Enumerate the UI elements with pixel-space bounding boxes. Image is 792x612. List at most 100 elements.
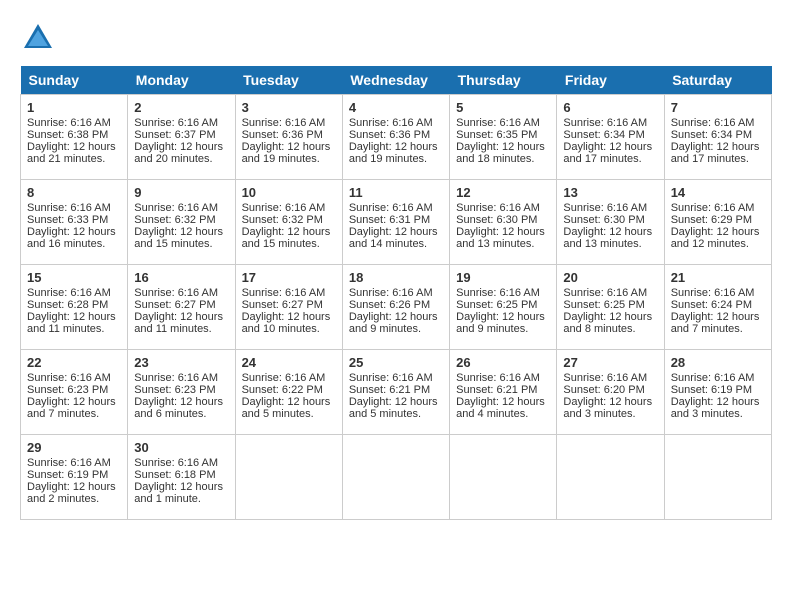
day-number: 24 bbox=[242, 355, 336, 370]
daylight-text: Daylight: 12 hours and 19 minutes. bbox=[349, 141, 438, 165]
sunrise-text: Sunrise: 6:16 AM bbox=[242, 372, 326, 384]
sunset-text: Sunset: 6:25 PM bbox=[456, 299, 537, 311]
sunset-text: Sunset: 6:21 PM bbox=[349, 384, 430, 396]
sunset-text: Sunset: 6:23 PM bbox=[27, 384, 108, 396]
daylight-text: Daylight: 12 hours and 12 minutes. bbox=[671, 226, 760, 250]
calendar-cell: 19 Sunrise: 6:16 AM Sunset: 6:25 PM Dayl… bbox=[450, 265, 557, 350]
sunset-text: Sunset: 6:32 PM bbox=[134, 214, 215, 226]
sunrise-text: Sunrise: 6:16 AM bbox=[242, 202, 326, 214]
day-number: 3 bbox=[242, 100, 336, 115]
sunset-text: Sunset: 6:36 PM bbox=[242, 129, 323, 141]
day-number: 1 bbox=[27, 100, 121, 115]
daylight-text: Daylight: 12 hours and 11 minutes. bbox=[27, 311, 116, 335]
sunrise-text: Sunrise: 6:16 AM bbox=[456, 202, 540, 214]
daylight-text: Daylight: 12 hours and 15 minutes. bbox=[242, 226, 331, 250]
calendar-cell: 1 Sunrise: 6:16 AM Sunset: 6:38 PM Dayli… bbox=[21, 95, 128, 180]
daylight-text: Daylight: 12 hours and 2 minutes. bbox=[27, 481, 116, 505]
sunrise-text: Sunrise: 6:16 AM bbox=[456, 287, 540, 299]
daylight-text: Daylight: 12 hours and 5 minutes. bbox=[242, 396, 331, 420]
calendar-cell bbox=[450, 435, 557, 520]
sunset-text: Sunset: 6:19 PM bbox=[671, 384, 752, 396]
week-row-2: 8 Sunrise: 6:16 AM Sunset: 6:33 PM Dayli… bbox=[21, 180, 772, 265]
sunset-text: Sunset: 6:34 PM bbox=[563, 129, 644, 141]
week-row-5: 29 Sunrise: 6:16 AM Sunset: 6:19 PM Dayl… bbox=[21, 435, 772, 520]
sunset-text: Sunset: 6:24 PM bbox=[671, 299, 752, 311]
daylight-text: Daylight: 12 hours and 9 minutes. bbox=[456, 311, 545, 335]
logo-icon bbox=[20, 20, 56, 56]
sunrise-text: Sunrise: 6:16 AM bbox=[456, 117, 540, 129]
sunrise-text: Sunrise: 6:16 AM bbox=[134, 202, 218, 214]
daylight-text: Daylight: 12 hours and 10 minutes. bbox=[242, 311, 331, 335]
sunrise-text: Sunrise: 6:16 AM bbox=[563, 287, 647, 299]
daylight-text: Daylight: 12 hours and 18 minutes. bbox=[456, 141, 545, 165]
sunset-text: Sunset: 6:26 PM bbox=[349, 299, 430, 311]
sunset-text: Sunset: 6:36 PM bbox=[349, 129, 430, 141]
calendar-cell: 30 Sunrise: 6:16 AM Sunset: 6:18 PM Dayl… bbox=[128, 435, 235, 520]
calendar-cell: 11 Sunrise: 6:16 AM Sunset: 6:31 PM Dayl… bbox=[342, 180, 449, 265]
sunrise-text: Sunrise: 6:16 AM bbox=[134, 372, 218, 384]
sunset-text: Sunset: 6:29 PM bbox=[671, 214, 752, 226]
sunrise-text: Sunrise: 6:16 AM bbox=[349, 202, 433, 214]
daylight-text: Daylight: 12 hours and 13 minutes. bbox=[456, 226, 545, 250]
sunrise-text: Sunrise: 6:16 AM bbox=[349, 287, 433, 299]
sunset-text: Sunset: 6:37 PM bbox=[134, 129, 215, 141]
sunset-text: Sunset: 6:27 PM bbox=[242, 299, 323, 311]
daylight-text: Daylight: 12 hours and 3 minutes. bbox=[563, 396, 652, 420]
logo bbox=[20, 20, 62, 56]
sunrise-text: Sunrise: 6:16 AM bbox=[242, 117, 326, 129]
day-number: 12 bbox=[456, 185, 550, 200]
column-header-thursday: Thursday bbox=[450, 66, 557, 95]
calendar-cell bbox=[235, 435, 342, 520]
sunrise-text: Sunrise: 6:16 AM bbox=[671, 117, 755, 129]
column-header-friday: Friday bbox=[557, 66, 664, 95]
daylight-text: Daylight: 12 hours and 9 minutes. bbox=[349, 311, 438, 335]
calendar-cell: 21 Sunrise: 6:16 AM Sunset: 6:24 PM Dayl… bbox=[664, 265, 771, 350]
day-number: 8 bbox=[27, 185, 121, 200]
daylight-text: Daylight: 12 hours and 8 minutes. bbox=[563, 311, 652, 335]
calendar-cell: 17 Sunrise: 6:16 AM Sunset: 6:27 PM Dayl… bbox=[235, 265, 342, 350]
sunset-text: Sunset: 6:31 PM bbox=[349, 214, 430, 226]
sunrise-text: Sunrise: 6:16 AM bbox=[671, 202, 755, 214]
calendar-cell: 23 Sunrise: 6:16 AM Sunset: 6:23 PM Dayl… bbox=[128, 350, 235, 435]
header-row: SundayMondayTuesdayWednesdayThursdayFrid… bbox=[21, 66, 772, 95]
calendar-cell: 12 Sunrise: 6:16 AM Sunset: 6:30 PM Dayl… bbox=[450, 180, 557, 265]
column-header-monday: Monday bbox=[128, 66, 235, 95]
sunset-text: Sunset: 6:30 PM bbox=[563, 214, 644, 226]
column-header-wednesday: Wednesday bbox=[342, 66, 449, 95]
sunrise-text: Sunrise: 6:16 AM bbox=[349, 117, 433, 129]
daylight-text: Daylight: 12 hours and 21 minutes. bbox=[27, 141, 116, 165]
calendar-cell: 29 Sunrise: 6:16 AM Sunset: 6:19 PM Dayl… bbox=[21, 435, 128, 520]
day-number: 20 bbox=[563, 270, 657, 285]
sunrise-text: Sunrise: 6:16 AM bbox=[456, 372, 540, 384]
calendar-cell: 16 Sunrise: 6:16 AM Sunset: 6:27 PM Dayl… bbox=[128, 265, 235, 350]
calendar-cell: 13 Sunrise: 6:16 AM Sunset: 6:30 PM Dayl… bbox=[557, 180, 664, 265]
sunset-text: Sunset: 6:21 PM bbox=[456, 384, 537, 396]
calendar-cell: 26 Sunrise: 6:16 AM Sunset: 6:21 PM Dayl… bbox=[450, 350, 557, 435]
daylight-text: Daylight: 12 hours and 7 minutes. bbox=[671, 311, 760, 335]
daylight-text: Daylight: 12 hours and 19 minutes. bbox=[242, 141, 331, 165]
sunrise-text: Sunrise: 6:16 AM bbox=[671, 372, 755, 384]
column-header-saturday: Saturday bbox=[664, 66, 771, 95]
sunrise-text: Sunrise: 6:16 AM bbox=[27, 457, 111, 469]
sunset-text: Sunset: 6:38 PM bbox=[27, 129, 108, 141]
sunrise-text: Sunrise: 6:16 AM bbox=[242, 287, 326, 299]
sunrise-text: Sunrise: 6:16 AM bbox=[134, 457, 218, 469]
day-number: 17 bbox=[242, 270, 336, 285]
calendar-table: SundayMondayTuesdayWednesdayThursdayFrid… bbox=[20, 66, 772, 520]
daylight-text: Daylight: 12 hours and 14 minutes. bbox=[349, 226, 438, 250]
daylight-text: Daylight: 12 hours and 3 minutes. bbox=[671, 396, 760, 420]
daylight-text: Daylight: 12 hours and 4 minutes. bbox=[456, 396, 545, 420]
daylight-text: Daylight: 12 hours and 11 minutes. bbox=[134, 311, 223, 335]
sunset-text: Sunset: 6:28 PM bbox=[27, 299, 108, 311]
calendar-cell: 24 Sunrise: 6:16 AM Sunset: 6:22 PM Dayl… bbox=[235, 350, 342, 435]
day-number: 4 bbox=[349, 100, 443, 115]
calendar-cell: 15 Sunrise: 6:16 AM Sunset: 6:28 PM Dayl… bbox=[21, 265, 128, 350]
day-number: 14 bbox=[671, 185, 765, 200]
sunset-text: Sunset: 6:34 PM bbox=[671, 129, 752, 141]
day-number: 9 bbox=[134, 185, 228, 200]
day-number: 13 bbox=[563, 185, 657, 200]
daylight-text: Daylight: 12 hours and 15 minutes. bbox=[134, 226, 223, 250]
sunset-text: Sunset: 6:35 PM bbox=[456, 129, 537, 141]
daylight-text: Daylight: 12 hours and 7 minutes. bbox=[27, 396, 116, 420]
day-number: 2 bbox=[134, 100, 228, 115]
